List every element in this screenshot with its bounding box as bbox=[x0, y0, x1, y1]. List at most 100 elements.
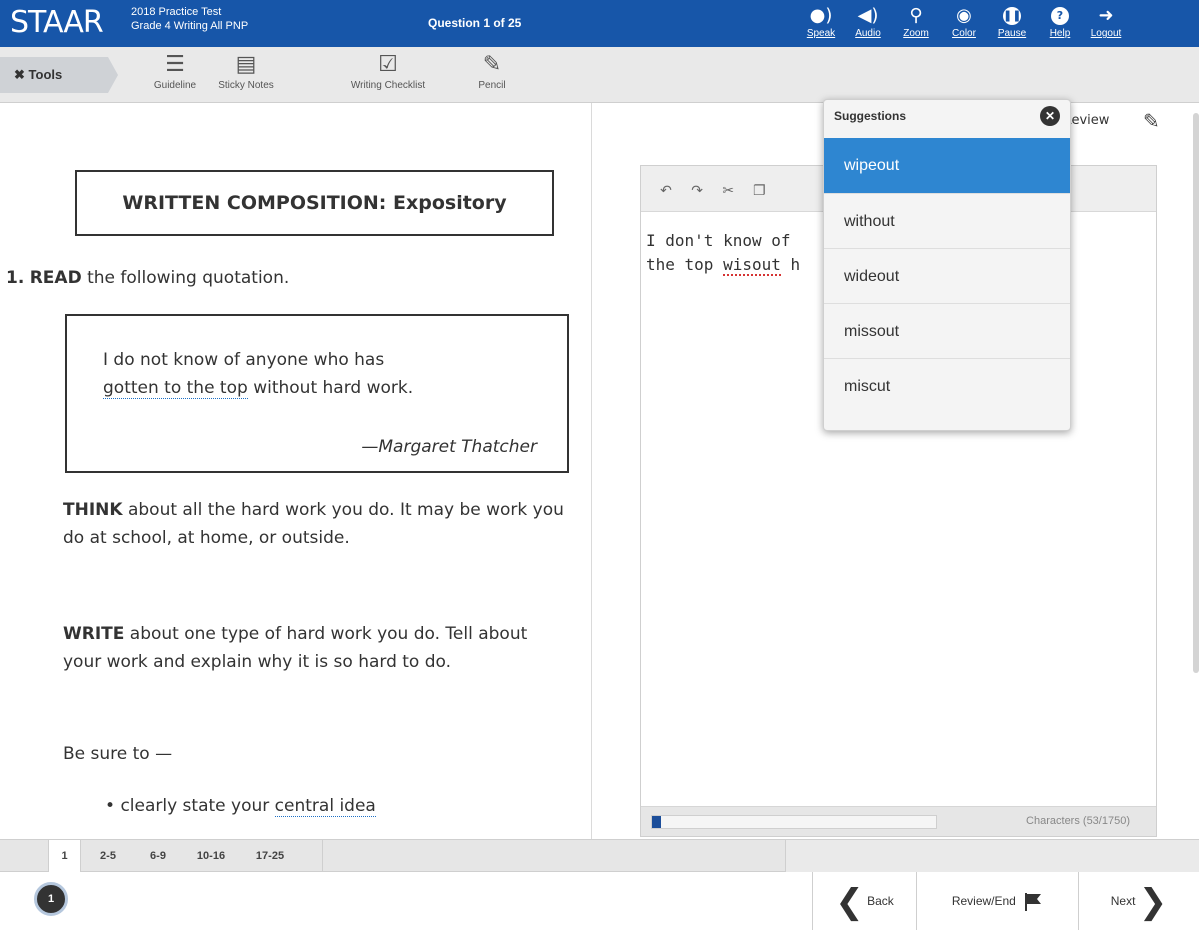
bullet-item: • clearly state your central idea bbox=[105, 792, 591, 820]
quote-line-2-rest: without hard work. bbox=[253, 378, 414, 398]
guideline-tool[interactable]: ☰ Guideline bbox=[145, 51, 205, 93]
logout-icon: ➜ bbox=[1098, 5, 1114, 26]
suggestion-item[interactable]: without bbox=[824, 193, 1070, 248]
sticky-notes-label: Sticky Notes bbox=[218, 80, 274, 91]
zoom-icon: ⚲ bbox=[909, 5, 923, 26]
close-icon[interactable]: ✕ bbox=[1040, 106, 1060, 126]
character-progress-fill bbox=[652, 816, 661, 828]
color-label: Color bbox=[952, 28, 976, 39]
speak-label: Speak bbox=[806, 28, 836, 39]
question-bubble[interactable]: 1 bbox=[34, 882, 68, 916]
zoom-label: Zoom bbox=[903, 28, 929, 39]
misspelled-word[interactable]: wisout bbox=[723, 255, 781, 276]
speak-icon: ●) bbox=[809, 5, 833, 26]
editor-footer: Characters (53/1750) bbox=[641, 806, 1156, 836]
write-keyword: WRITE bbox=[63, 624, 125, 644]
question-counter: Question 1 of 25 bbox=[428, 16, 522, 30]
page-tab-2-5[interactable]: 2-5 bbox=[91, 840, 125, 872]
test-subtitle: Grade 4 Writing All PNP bbox=[131, 20, 249, 32]
quote-attribution: —Margaret Thatcher bbox=[361, 437, 537, 457]
write-paragraph: WRITE about one type of hard work you do… bbox=[63, 620, 568, 676]
redo-icon[interactable]: ↷ bbox=[686, 183, 708, 199]
help-label: Help bbox=[1049, 28, 1071, 39]
speak-button[interactable]: ●) Speak bbox=[798, 2, 844, 46]
chevron-right-icon: ❯ bbox=[1138, 881, 1168, 922]
zoom-button[interactable]: ⚲ Zoom bbox=[893, 2, 939, 46]
page-tab-1[interactable]: 1 bbox=[48, 840, 81, 872]
suggestion-item[interactable]: wideout bbox=[824, 248, 1070, 303]
think-paragraph: THINK about all the hard work you do. It… bbox=[63, 496, 568, 552]
logout-button[interactable]: ➜ Logout bbox=[1083, 2, 1129, 46]
page-tab-6-9[interactable]: 6-9 bbox=[140, 840, 176, 872]
question-prompt: 1. READ the following quotation. bbox=[6, 268, 289, 288]
page-tab-10-16[interactable]: 10-16 bbox=[188, 840, 234, 872]
think-keyword: THINK bbox=[63, 500, 123, 520]
suggestion-item[interactable]: missout bbox=[824, 303, 1070, 358]
top-header: STAAR 2018 Practice Test Grade 4 Writing… bbox=[0, 0, 1199, 47]
sticky-notes-icon: ▤ bbox=[235, 52, 257, 77]
pager-right-area bbox=[785, 840, 1199, 872]
bullet-dot: • bbox=[105, 796, 116, 816]
quote-line-2: gotten to the top without hard work. bbox=[103, 374, 537, 402]
color-button[interactable]: ◉ Color bbox=[941, 2, 987, 46]
pause-icon: ❚❚ bbox=[989, 5, 1035, 27]
essay-line-2-end: h bbox=[790, 255, 801, 274]
help-icon: ? bbox=[1037, 5, 1083, 27]
essay-line-2-start: the top bbox=[646, 255, 714, 274]
pane-scrollbar[interactable] bbox=[1193, 113, 1199, 673]
pager-divider bbox=[322, 840, 323, 872]
next-button[interactable]: Next ❯ bbox=[1078, 872, 1199, 930]
essay-line-1-start: I don't know of bbox=[646, 231, 791, 250]
character-progress-bar bbox=[651, 815, 937, 829]
pause-button[interactable]: ❚❚ Pause bbox=[989, 2, 1035, 46]
be-sure-line: Be sure to — bbox=[63, 744, 173, 764]
back-button[interactable]: ❮ Back bbox=[812, 872, 916, 930]
suggestion-item[interactable]: miscut bbox=[824, 358, 1070, 413]
writing-checklist-tool[interactable]: ☑ Writing Checklist bbox=[338, 51, 438, 93]
logout-label: Logout bbox=[1090, 28, 1122, 39]
spelling-suggestions-popup: Suggestions ✕ wipeout without wideout misso… bbox=[823, 99, 1071, 431]
pencil-icon: ✎ bbox=[482, 52, 502, 77]
review-end-label: Review/End bbox=[951, 894, 1016, 908]
next-label: Next bbox=[1110, 894, 1136, 908]
pencil-label: Pencil bbox=[478, 80, 506, 91]
audio-button[interactable]: ◀) Audio bbox=[845, 2, 891, 46]
help-button[interactable]: ? Help bbox=[1037, 2, 1083, 46]
tools-bar: ✖ Tools ☰ Guideline ▤ Sticky Notes ☑ Wri… bbox=[0, 47, 1199, 103]
quotation-box: I do not know of anyone who has gotten t… bbox=[65, 314, 569, 473]
flag-icon bbox=[1025, 892, 1042, 911]
tools-label: Tools bbox=[28, 67, 63, 82]
writing-checklist-label: Writing Checklist bbox=[350, 80, 426, 91]
pause-label: Pause bbox=[997, 28, 1027, 39]
glossary-link[interactable]: gotten to the top bbox=[103, 378, 248, 399]
sticky-notes-tool[interactable]: ▤ Sticky Notes bbox=[206, 51, 286, 93]
bullet-prefix: clearly state your bbox=[120, 796, 270, 816]
suggestion-item[interactable]: wipeout bbox=[824, 138, 1070, 193]
quote-line-1: I do not know of anyone who has bbox=[103, 350, 385, 370]
tools-icon: ✖ bbox=[14, 67, 25, 82]
character-count: Characters (53/1750) bbox=[1026, 815, 1130, 827]
passage-pane: WRITTEN COMPOSITION: Expository 1. READ … bbox=[0, 103, 592, 839]
chevron-left-icon: ❮ bbox=[835, 881, 864, 922]
guideline-icon: ☰ bbox=[165, 52, 185, 77]
back-label: Back bbox=[867, 894, 894, 908]
cut-icon[interactable]: ✂ bbox=[717, 183, 739, 199]
pencil-tool[interactable]: ✎ Pencil bbox=[470, 51, 514, 93]
staar-logo: STAAR bbox=[10, 5, 104, 40]
undo-icon[interactable]: ↶ bbox=[655, 183, 677, 199]
edit-review-icon[interactable]: ✎ bbox=[1143, 109, 1160, 133]
audio-icon: ◀) bbox=[857, 5, 879, 26]
review-end-button[interactable]: Review/End bbox=[916, 872, 1078, 930]
color-icon: ◉ bbox=[956, 5, 972, 26]
copy-icon[interactable]: ❐ bbox=[748, 183, 770, 199]
write-rest: about one type of hard work you do. Tell… bbox=[63, 624, 528, 672]
test-info: 2018 Practice Test Grade 4 Writing All P… bbox=[131, 5, 248, 33]
read-rest: the following quotation. bbox=[87, 268, 290, 288]
think-rest: about all the hard work you do. It may b… bbox=[63, 500, 564, 548]
page-tab-17-25[interactable]: 17-25 bbox=[247, 840, 293, 872]
central-idea-link[interactable]: central idea bbox=[274, 796, 376, 817]
tools-button[interactable]: ✖ Tools bbox=[0, 57, 118, 93]
suggestions-list: wipeout without wideout missout miscut bbox=[824, 138, 1070, 413]
writing-checklist-icon: ☑ bbox=[378, 52, 398, 77]
question-number: 1. bbox=[6, 268, 25, 288]
